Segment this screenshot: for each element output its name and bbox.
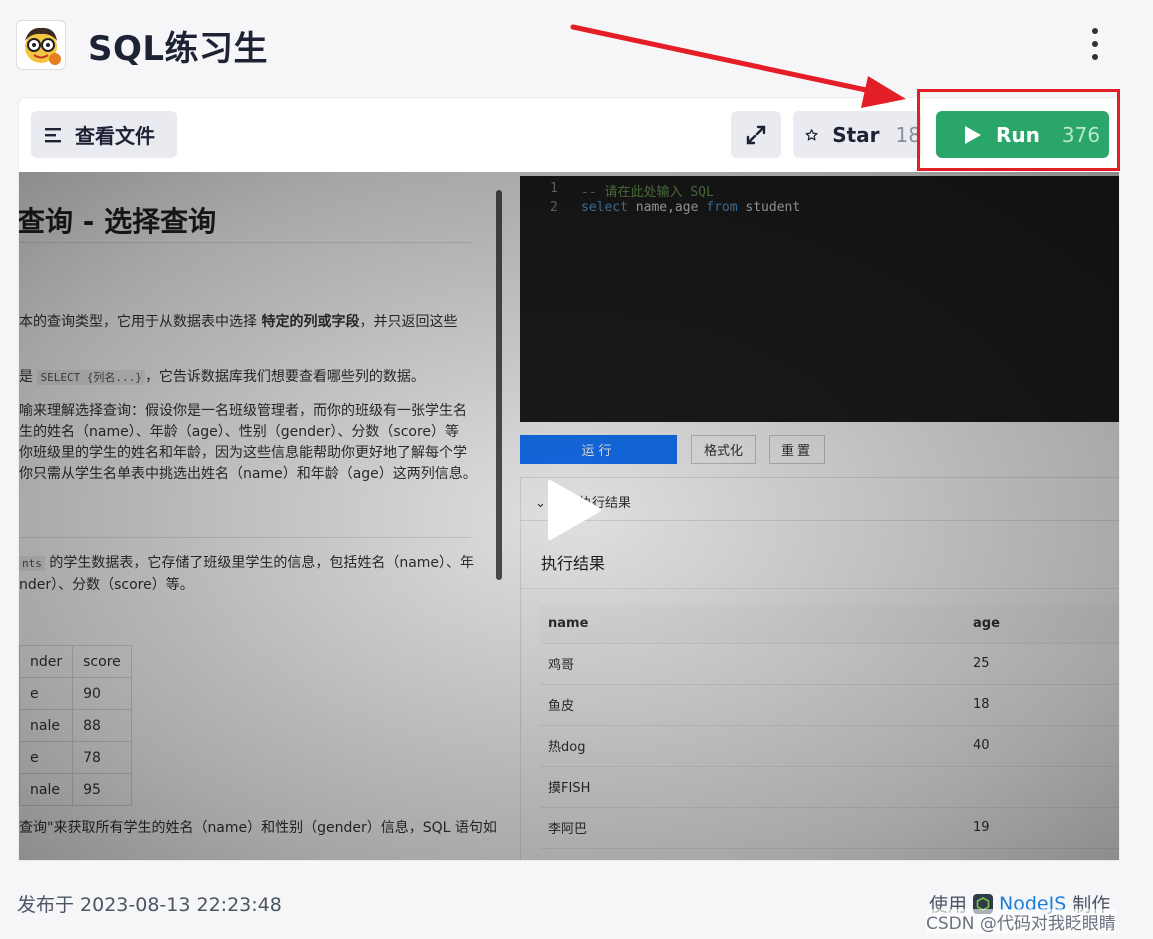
doc-scrollbar[interactable] — [496, 190, 502, 580]
more-vertical-icon[interactable] — [1085, 26, 1105, 62]
divider — [521, 520, 1119, 521]
table-row: nale 95 — [19, 773, 132, 806]
table-row: name age — [540, 605, 1119, 644]
doc-heading: 查询 - 选择查询 — [19, 205, 217, 238]
doc-paragraph: nts 的学生数据表，它存储了班级里学生的信息，包括姓名（name）、年 — [19, 553, 474, 574]
divider — [19, 242, 471, 243]
expand-icon — [746, 125, 766, 144]
avatar-icon — [25, 27, 61, 65]
doc-paragraph: 本的查询类型，它用于从数据表中选择 特定的列或字段，并只返回这些 — [19, 314, 458, 330]
menu-icon — [45, 127, 61, 142]
tutorial-doc: 查询 - 选择查询 本的查询类型，它用于从数据表中选择 特定的列或字段，并只返回… — [19, 172, 519, 860]
table-row: e 90 — [19, 677, 132, 710]
doc-table: nder score e 90 nale 88 e 78 nale 95 — [19, 645, 132, 806]
expand-button[interactable] — [731, 111, 781, 158]
publish-date: 发布于 2023-08-13 22:23:48 — [17, 894, 282, 916]
table-row: e 78 — [19, 741, 132, 774]
view-files-label: 查看文件 — [75, 124, 155, 148]
watermark: CSDN @代码对我眨眼睛 — [926, 909, 1116, 934]
doc-paragraph: 你只需从学生名单表中挑选出姓名（name）和年龄（age）这两列信息。 — [19, 466, 477, 482]
result-panel: ⌄ 执行结果 执行结果 name age 鸡哥 25 鱼皮 18 热dog 40 摸FI… — [520, 477, 1119, 860]
chevron-down-icon: ⌄ — [535, 496, 546, 511]
doc-paragraph: 你班级里的学生的姓名和年龄，因为这些信息能帮助你更好地了解每个学 — [19, 445, 467, 461]
project-title: SQL练习生 — [88, 28, 269, 69]
project-card: 查看文件 Star 18 Run 376 查询 - 选择查询 本的查询类型，它用… — [18, 97, 1120, 861]
result-title: 执行结果 — [541, 554, 606, 573]
star-label: Star — [832, 122, 880, 147]
table-row: nale 88 — [19, 709, 132, 742]
line-number: 2 — [550, 200, 558, 215]
doc-paragraph: 是 SELECT {列名...} ，它告诉数据库我们想要查看哪些列的数据。 — [19, 369, 425, 385]
divider — [521, 588, 1119, 589]
format-button[interactable]: 格式化 — [691, 435, 756, 464]
table-row: 热dog 40 — [540, 725, 1119, 767]
doc-paragraph: nder）、分数（score）等。 — [19, 577, 194, 593]
table-row: 鱼皮 18 — [540, 684, 1119, 726]
highlight-box — [917, 89, 1120, 171]
view-files-button[interactable]: 查看文件 — [31, 111, 177, 158]
line-number: 1 — [550, 181, 558, 196]
table-row: 鸡哥 25 — [540, 643, 1119, 685]
play-icon[interactable] — [546, 479, 602, 541]
divider — [19, 537, 471, 538]
table-row: nder score — [19, 645, 132, 678]
doc-paragraph: 生的姓名（name）、年龄（age）、性别（gender）、分数（score）等 — [19, 424, 460, 440]
app-header: SQL练习生 — [16, 18, 1123, 72]
video-preview[interactable]: 查询 - 选择查询 本的查询类型，它用于从数据表中选择 特定的列或字段，并只返回… — [19, 172, 1119, 860]
sql-run-button[interactable]: 运行 — [520, 435, 677, 464]
doc-paragraph: 查询"来获取所有学生的姓名（name）和性别（gender）信息，SQL 语句如 — [19, 820, 497, 836]
star-icon — [805, 128, 818, 140]
result-table: name age 鸡哥 25 鱼皮 18 热dog 40 摸FISH 李阿巴 19 — [540, 605, 1119, 849]
avatar[interactable] — [16, 20, 66, 70]
table-row: 摸FISH — [540, 766, 1119, 808]
table-row: 李阿巴 19 — [540, 807, 1119, 849]
star-button[interactable]: Star 18 — [793, 111, 921, 158]
code-line: -- 请在此处输入 SQL — [581, 185, 714, 200]
sql-editor[interactable]: 1 2 -- 请在此处输入 SQL select name,age from s… — [520, 176, 1119, 422]
doc-paragraph: 喻来理解选择查询：假设你是一名班级管理者，而你的班级有一张学生名 — [19, 403, 467, 419]
code-line: select name,age from student — [581, 200, 801, 215]
reset-button[interactable]: 重置 — [769, 435, 825, 464]
